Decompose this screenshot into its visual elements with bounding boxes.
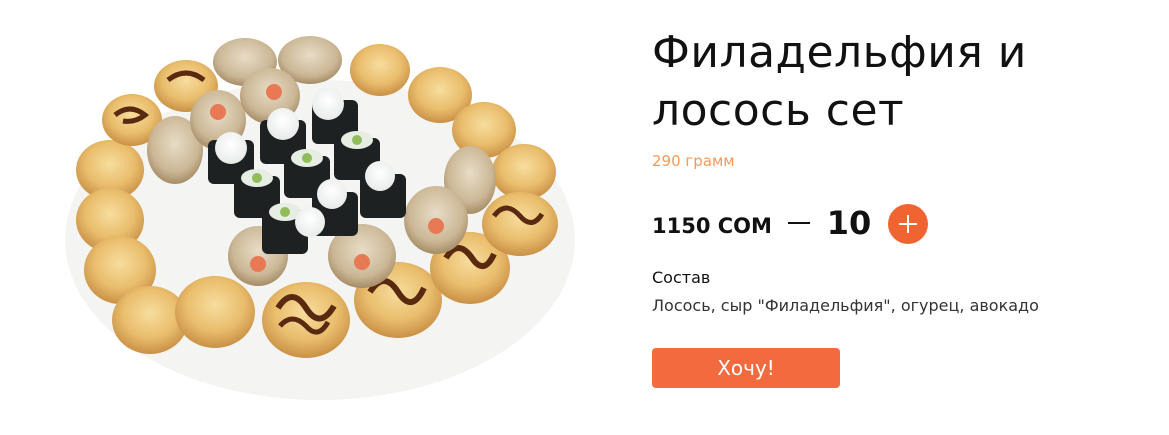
composition-heading: Состав: [652, 268, 711, 287]
quantity-value: 10: [826, 204, 872, 242]
product-title: Филадельфия и лосось сет: [652, 27, 1027, 136]
product-info: Филадельфия и лосось сет 290 грамм 1150 …: [652, 0, 1152, 435]
want-button[interactable]: Хочу!: [652, 348, 840, 388]
composition-text: Лосось, сыр "Филадельфия", огурец, авока…: [652, 296, 1039, 315]
sushi-set-illustration: [65, 36, 575, 400]
decrease-quantity-button[interactable]: [786, 208, 812, 238]
product-image: [0, 0, 620, 435]
product-weight: 290 грамм: [652, 152, 735, 170]
increase-quantity-button[interactable]: [888, 204, 928, 244]
plus-icon: [899, 215, 917, 233]
product-price: 1150 СОМ: [652, 214, 772, 238]
